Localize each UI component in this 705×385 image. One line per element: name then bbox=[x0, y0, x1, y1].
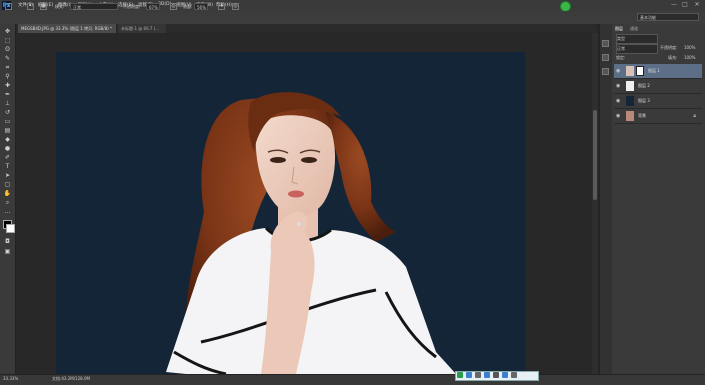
layer-thumbnail bbox=[626, 96, 634, 106]
vertical-scroll-thumb[interactable] bbox=[593, 110, 597, 200]
blur-tool-icon[interactable]: ◆ bbox=[3, 136, 12, 144]
workspace-preset-select[interactable]: 基本功能 bbox=[637, 13, 699, 21]
eraser-tool-icon[interactable]: ▭ bbox=[3, 118, 12, 126]
layer-row[interactable]: ◉ 图层 2 bbox=[614, 79, 702, 94]
fill-label: 填充: bbox=[668, 55, 678, 60]
brush-tool-preset-icon[interactable]: ⁄ bbox=[5, 3, 12, 10]
visibility-eye-icon[interactable]: ◉ bbox=[616, 68, 620, 74]
quick-mask-icon[interactable]: ◘ bbox=[3, 238, 12, 246]
layer-thumbnail bbox=[626, 81, 634, 91]
layer-mask-thumbnail[interactable] bbox=[636, 66, 644, 76]
flow-label: 流量: bbox=[183, 4, 193, 9]
dodge-tool-icon[interactable]: ● bbox=[3, 145, 12, 153]
ime-voice-icon[interactable] bbox=[484, 372, 490, 378]
clone-stamp-tool-icon[interactable]: ⊥ bbox=[3, 100, 12, 108]
opacity-input[interactable]: 67% bbox=[146, 3, 160, 10]
gradient-tool-icon[interactable]: ▤ bbox=[3, 127, 12, 135]
pen-tool-icon[interactable]: ✐ bbox=[3, 154, 12, 162]
history-brush-tool-icon[interactable]: ↺ bbox=[3, 109, 12, 117]
screen-mode-icon[interactable]: ▣ bbox=[3, 248, 12, 256]
opacity-label: 不透明度: bbox=[123, 4, 141, 9]
options-bar bbox=[0, 11, 705, 25]
hand-tool-icon[interactable]: ✋ bbox=[3, 190, 12, 198]
visibility-eye-icon[interactable]: ◉ bbox=[616, 113, 620, 119]
marquee-tool-icon[interactable]: ⬚ bbox=[3, 37, 12, 45]
layer-thumbnail bbox=[626, 66, 634, 76]
document-tab-active[interactable]: MEGSB4D.JPG @ 33.3% (图层 1 拷贝, RGB/8) * bbox=[18, 24, 116, 33]
ime-mode-icon[interactable] bbox=[466, 372, 472, 378]
layer-row[interactable]: ◉ 背景 🔒︎ bbox=[614, 109, 702, 124]
close-button[interactable]: ✕ bbox=[693, 1, 701, 9]
history-panel-icon[interactable] bbox=[602, 40, 609, 47]
crop-tool-icon[interactable]: ⌗ bbox=[3, 64, 12, 72]
fill-input[interactable]: 100% bbox=[684, 54, 695, 62]
path-select-tool-icon[interactable]: ➤ bbox=[3, 172, 12, 180]
more-tools-icon[interactable]: … bbox=[3, 208, 12, 216]
panel-icon-strip bbox=[599, 24, 613, 374]
quick-select-tool-icon[interactable]: ✎ bbox=[3, 55, 12, 63]
tab-channels[interactable]: 通道 bbox=[630, 26, 638, 32]
brush-size-icon[interactable]: • bbox=[27, 3, 34, 10]
eyedropper-tool-icon[interactable]: ⚲ bbox=[3, 73, 12, 81]
layer-opacity-label: 不透明度: bbox=[660, 45, 678, 50]
status-bar bbox=[0, 374, 705, 385]
vertical-scrollbar[interactable] bbox=[592, 33, 598, 374]
layer-opacity-input[interactable]: 100% bbox=[684, 44, 695, 52]
document-tab[interactable]: 未标题-1 @ 66.7 (... bbox=[118, 24, 166, 33]
ime-punctuation-icon[interactable] bbox=[475, 372, 481, 378]
type-tool-icon[interactable]: T bbox=[3, 163, 12, 171]
ime-tools-icon[interactable] bbox=[511, 372, 517, 378]
brush-tool-icon[interactable]: ✒ bbox=[3, 91, 12, 99]
background-color-swatch[interactable] bbox=[6, 224, 15, 233]
lock-label: 锁定: bbox=[616, 55, 626, 60]
layer-name: 背景 bbox=[638, 113, 646, 118]
adjustments-panel-icon[interactable] bbox=[602, 68, 609, 75]
layer-name: 图层 3 bbox=[638, 98, 650, 103]
zoom-tool-icon[interactable]: ⌕ bbox=[3, 199, 12, 207]
portrait-photo bbox=[166, 92, 456, 374]
ime-logo-icon[interactable] bbox=[457, 372, 463, 378]
visibility-eye-icon[interactable]: ◉ bbox=[616, 98, 620, 104]
mode-label: 模式: bbox=[55, 4, 65, 9]
mode-select[interactable]: 正常 bbox=[70, 3, 118, 10]
shape-tool-icon[interactable]: ▢ bbox=[3, 181, 12, 189]
layer-filter-select[interactable]: 类型 bbox=[616, 34, 658, 44]
blend-mode-select[interactable]: 正常 bbox=[616, 44, 658, 54]
move-tool-icon[interactable]: ✥ bbox=[3, 28, 12, 36]
layer-row[interactable]: ◉ 图层 1 bbox=[614, 64, 702, 79]
zoom-level[interactable]: 33.33% bbox=[3, 376, 18, 381]
layer-row[interactable]: ◉ 图层 3 bbox=[614, 94, 702, 109]
pressure-size-icon[interactable]: ◎ bbox=[232, 3, 239, 10]
properties-panel-icon[interactable] bbox=[602, 54, 609, 61]
layer-thumbnail bbox=[626, 111, 634, 121]
minimize-button[interactable]: — bbox=[670, 1, 678, 9]
tab-layers[interactable]: 图层 bbox=[615, 26, 623, 32]
brush-panel-icon[interactable]: ▦ bbox=[40, 3, 47, 10]
document-canvas[interactable] bbox=[56, 52, 525, 374]
maximize-button[interactable]: □ bbox=[681, 1, 689, 9]
layer-name: 图层 2 bbox=[638, 83, 650, 88]
airbrush-icon[interactable]: ✈ bbox=[218, 3, 225, 10]
pressure-opacity-icon[interactable]: ◎ bbox=[170, 3, 177, 10]
visibility-eye-icon[interactable]: ◉ bbox=[616, 83, 620, 89]
flow-input[interactable]: 56% bbox=[194, 3, 208, 10]
lock-icon: 🔒︎ bbox=[693, 113, 696, 119]
layer-name: 图层 1 bbox=[648, 68, 660, 73]
document-info[interactable]: 文档:43.2M/128.0M bbox=[52, 376, 90, 382]
ime-skin-icon[interactable] bbox=[502, 372, 508, 378]
lasso-tool-icon[interactable]: ʘ bbox=[3, 46, 12, 54]
healing-brush-tool-icon[interactable]: ✚ bbox=[3, 82, 12, 90]
ime-keyboard-icon[interactable] bbox=[493, 372, 499, 378]
